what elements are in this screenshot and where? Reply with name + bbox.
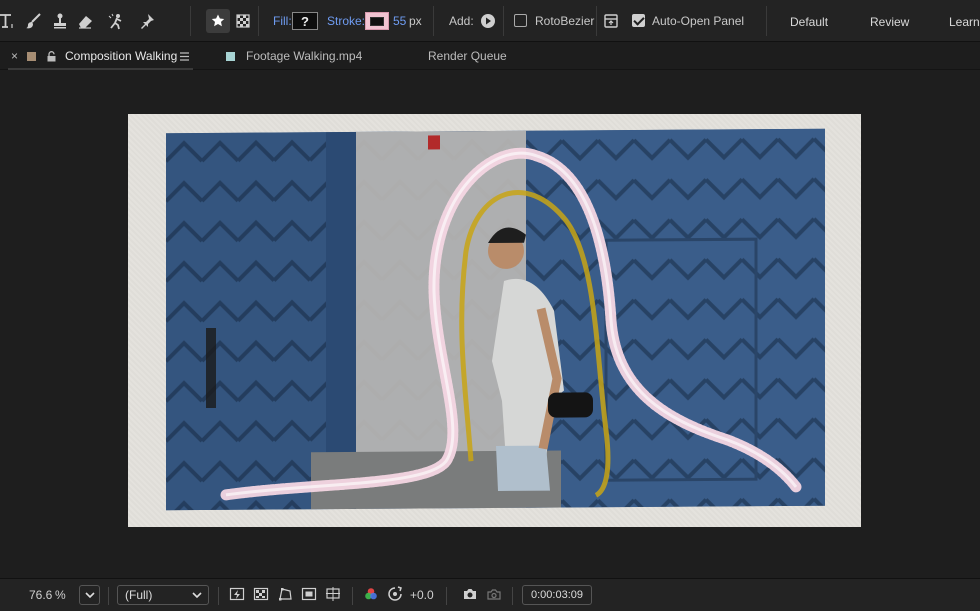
footer-divider [352, 587, 353, 605]
current-time-display[interactable]: 0:00:03:09 [522, 585, 592, 605]
clone-stamp-icon[interactable] [49, 10, 71, 32]
zoom-value[interactable]: 76.6 [29, 588, 52, 602]
panel-tabs: × Composition Walking Footage Walking.mp… [0, 42, 980, 70]
exposure-value[interactable]: +0.0 [410, 588, 434, 602]
toolbar-divider [433, 6, 434, 36]
composition-viewer[interactable] [0, 70, 980, 578]
region-of-interest-icon[interactable] [301, 586, 319, 604]
auto-open-checkbox[interactable] [632, 14, 645, 27]
transparency-grid-icon[interactable] [253, 586, 271, 604]
zoom-unit: % [55, 588, 66, 602]
workspace-learn[interactable]: Learn [949, 15, 980, 29]
footage-color-swatch [226, 51, 235, 61]
chevron-down-icon [192, 592, 202, 599]
color-channels-icon[interactable] [363, 586, 381, 604]
workspace-default[interactable]: Default [790, 15, 828, 29]
footage-swatch-wrap [226, 42, 235, 70]
fast-previews-icon[interactable] [229, 586, 247, 604]
add-label: Add: [449, 14, 474, 28]
type-tool-icon[interactable] [0, 10, 18, 32]
tab-composition[interactable]: Composition Walking [65, 42, 177, 70]
toolbar-divider [503, 6, 504, 36]
grid-guides-icon[interactable] [325, 586, 343, 604]
composition-canvas[interactable] [128, 114, 861, 527]
toolbar-divider [596, 6, 597, 36]
footer-divider [108, 587, 109, 605]
composition-swatch-wrap [27, 42, 36, 70]
roto-brush-icon[interactable] [105, 10, 127, 32]
puppet-pin-icon[interactable] [136, 10, 158, 32]
panel-icon[interactable] [600, 10, 622, 32]
tab-render-queue[interactable]: Render Queue [428, 42, 507, 70]
zoom-dropdown[interactable] [79, 585, 100, 605]
stroke-swatch[interactable] [365, 12, 389, 30]
rotobezier-checkbox[interactable] [514, 14, 527, 27]
toolbar-divider [258, 6, 259, 36]
fill-swatch[interactable]: ? [292, 12, 318, 30]
footer-divider [218, 587, 219, 605]
fill-label[interactable]: Fill: [273, 0, 292, 42]
stroke-width-value[interactable]: 55 [393, 0, 406, 42]
camera-snapshot-icon[interactable] [462, 586, 480, 604]
tab-menu-icon[interactable] [179, 42, 190, 70]
chevron-down-icon [84, 591, 95, 598]
toolbar: Fill: ? Stroke: 55 px Add: RotoBezier Au… [0, 0, 980, 42]
stroke-label[interactable]: Stroke: [327, 0, 365, 42]
checker-icon[interactable] [232, 10, 254, 32]
stroke-unit: px [409, 14, 422, 28]
footage-frame [166, 128, 825, 511]
resolution-value: (Full) [125, 588, 153, 602]
footer-divider [512, 587, 513, 605]
reset-exposure-icon[interactable] [387, 586, 405, 604]
auto-open-label[interactable]: Auto-Open Panel [652, 0, 744, 42]
rotobezier-label[interactable]: RotoBezier [535, 0, 594, 42]
lock-icon[interactable] [46, 42, 57, 70]
toolbar-divider [190, 6, 191, 36]
show-snapshot-icon[interactable] [486, 586, 504, 604]
play-circle-icon[interactable] [477, 10, 499, 32]
footer-divider [446, 587, 447, 605]
toolbar-divider [766, 6, 767, 36]
resolution-dropdown[interactable]: (Full) [117, 585, 209, 605]
close-tab-icon[interactable]: × [11, 42, 18, 70]
star-icon[interactable] [207, 10, 229, 32]
workspace-review[interactable]: Review [870, 15, 909, 29]
composition-color-swatch [27, 51, 36, 61]
footage-image [166, 128, 825, 511]
eraser-icon[interactable] [74, 10, 96, 32]
brush-tool-icon[interactable] [23, 10, 45, 32]
viewer-footer: 76.6 % (Full) +0.0 0:00:03:09 [0, 578, 980, 611]
tab-footage[interactable]: Footage Walking.mp4 [246, 42, 362, 70]
mask-path-icon[interactable] [277, 586, 295, 604]
